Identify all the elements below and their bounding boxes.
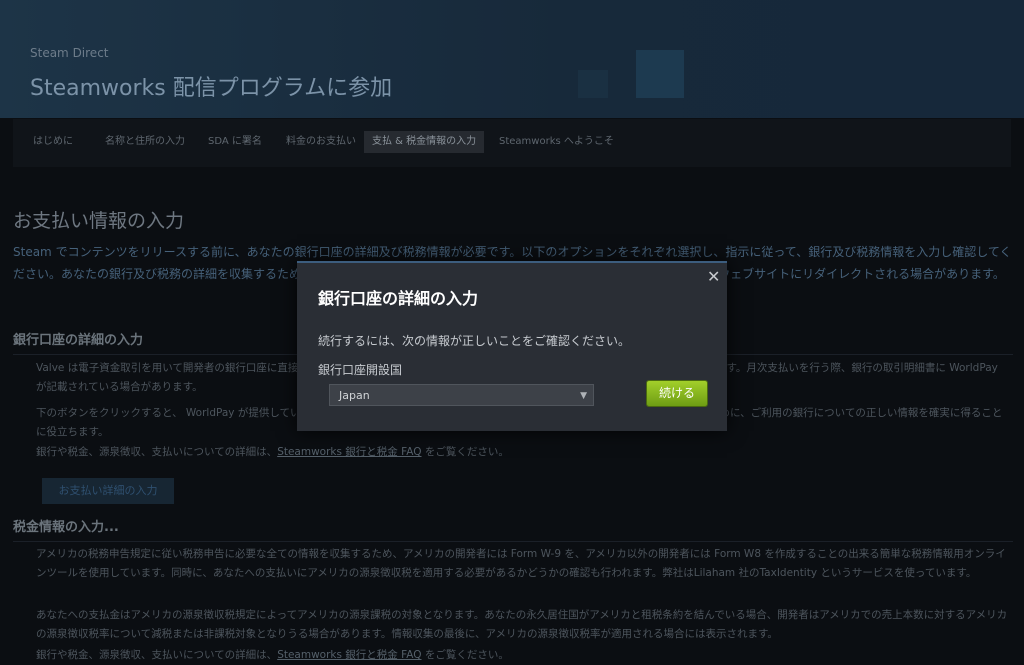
modal-message: 続行するには、次の情報が正しいことをご確認ください。 (318, 334, 631, 348)
close-icon[interactable]: ✕ (707, 267, 720, 286)
continue-button[interactable]: 続ける (647, 381, 707, 406)
bank-details-modal: 銀行口座の詳細の入力 ✕ 続行するには、次の情報が正しいことをご確認ください。 … (297, 261, 727, 431)
bank-country-label: 銀行口座開設国 (318, 363, 403, 377)
bank-country-select[interactable]: Japan ▼ (329, 384, 594, 406)
bank-country-value: Japan (339, 389, 370, 402)
modal-title: 銀行口座の詳細の入力 (318, 289, 479, 308)
chevron-down-icon: ▼ (580, 391, 587, 401)
